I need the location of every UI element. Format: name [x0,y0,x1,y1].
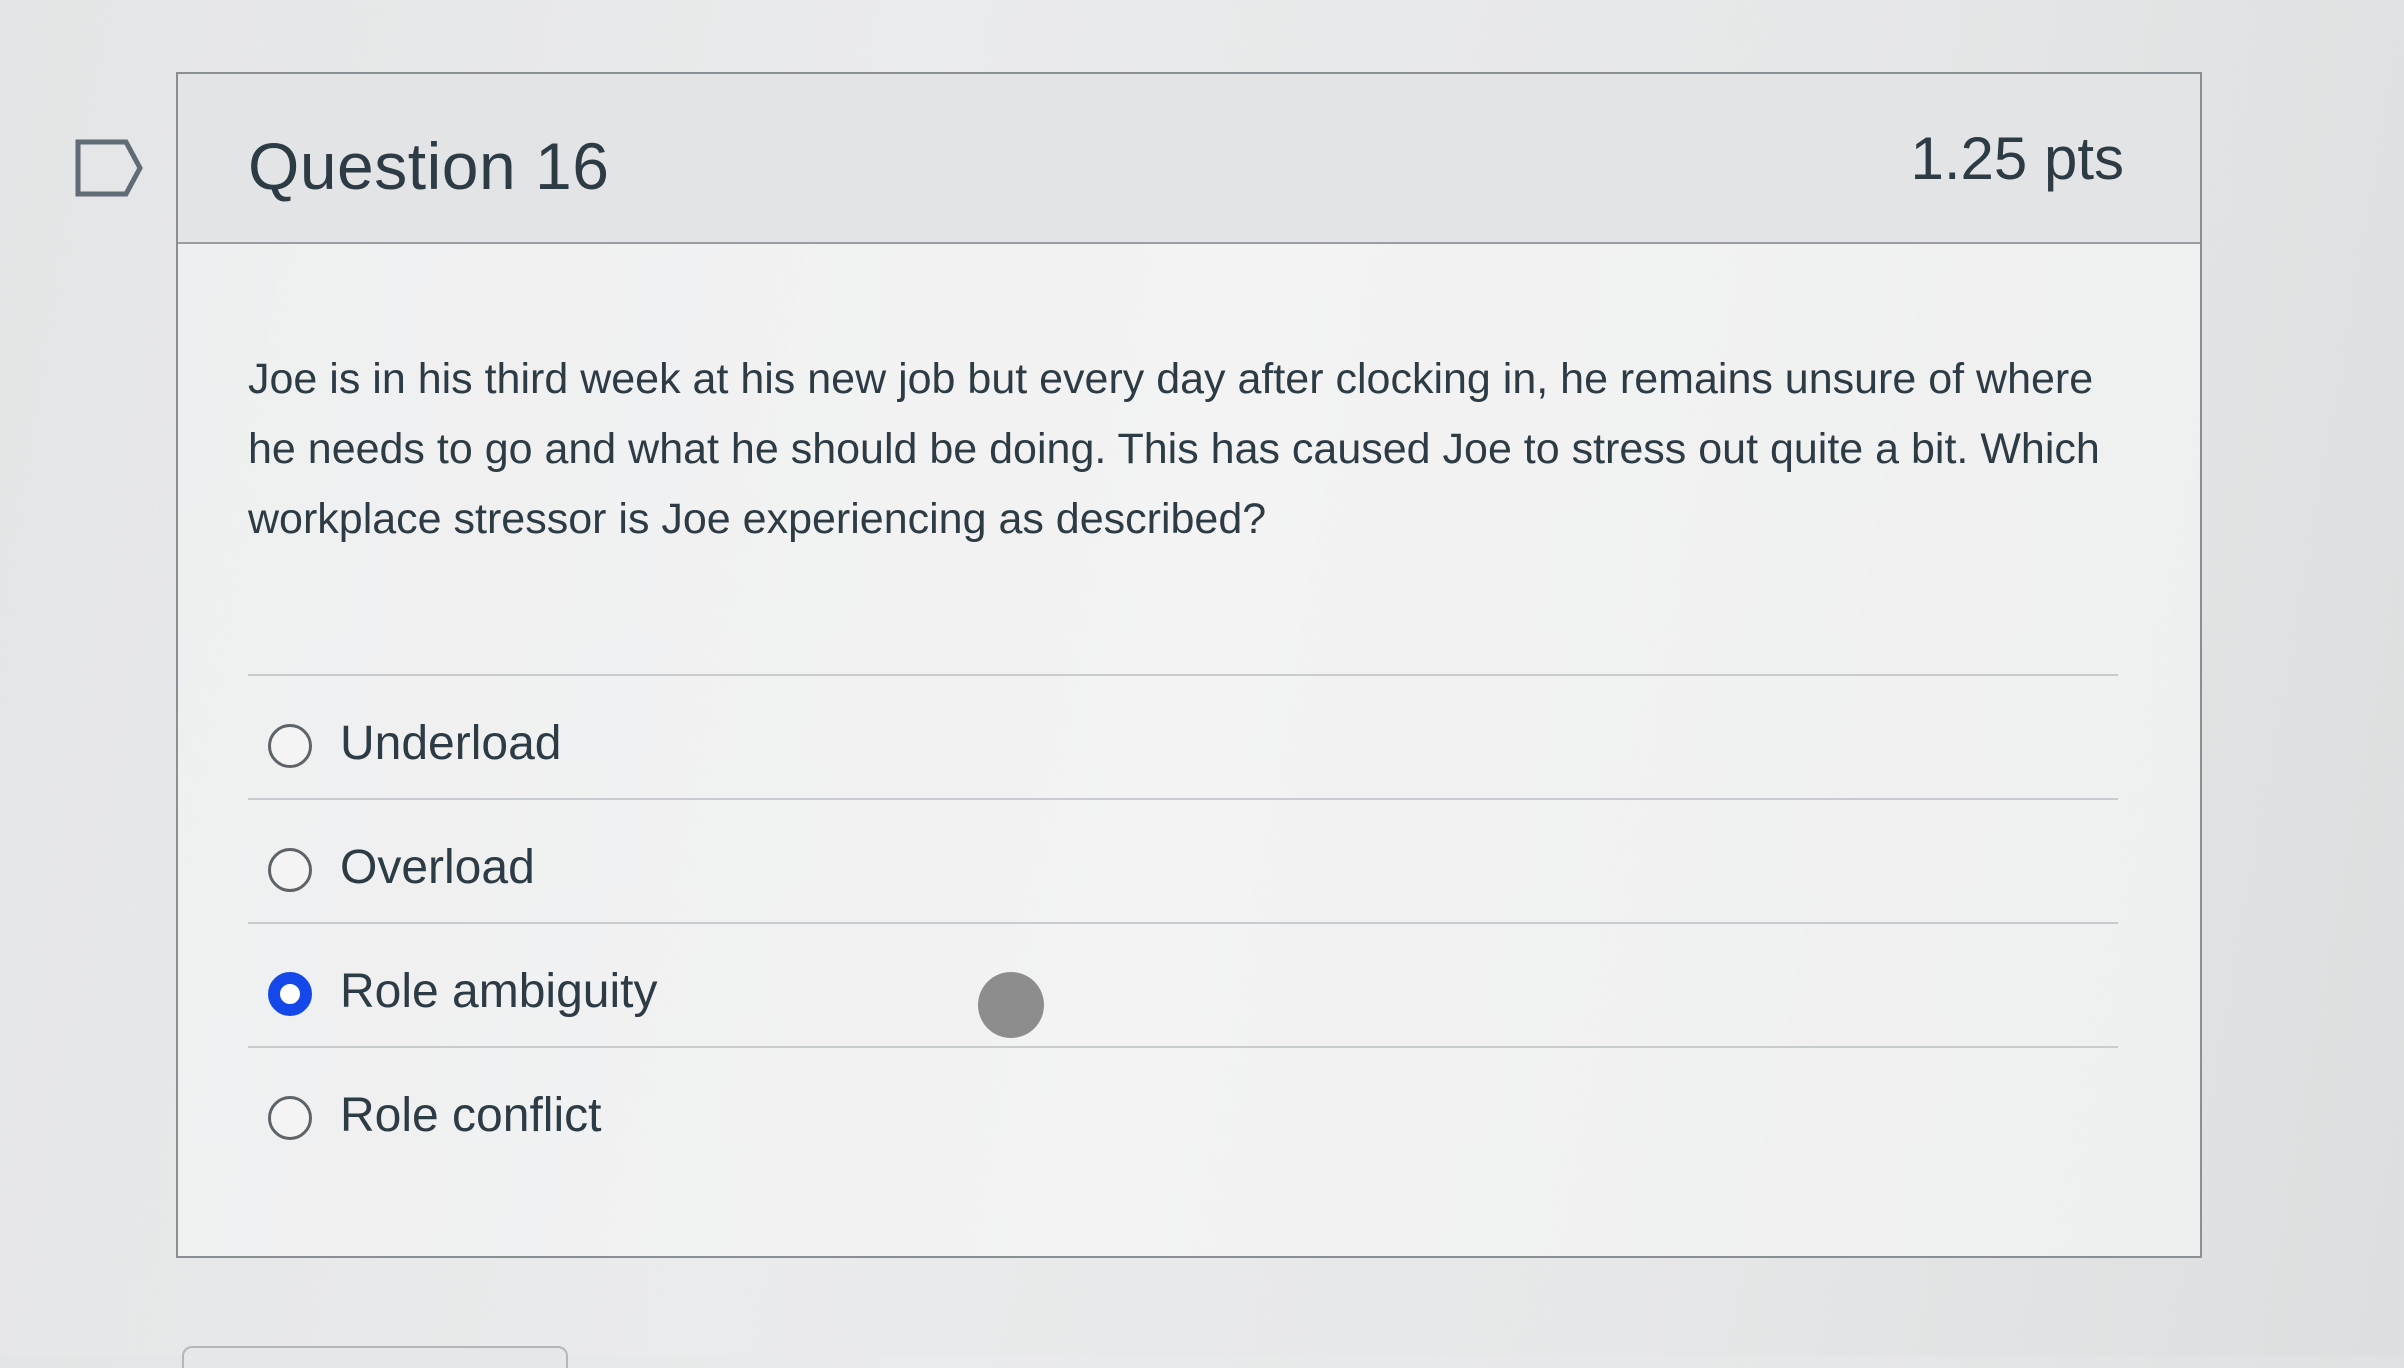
question-header: Question 16 1.25 pts [178,74,2200,244]
answer-list: Underload Overload Role ambiguity Role c… [248,674,2118,1170]
flag-question-icon[interactable] [74,138,146,198]
cursor-indicator [978,972,1044,1038]
question-points: 1.25 pts [1910,125,2125,192]
question-title: Question 16 [248,129,610,203]
answer-option-role-ambiguity[interactable]: Role ambiguity [248,922,2118,1046]
next-question-card-edge [182,1346,568,1368]
radio-button-selected[interactable] [268,972,312,1016]
answer-option-underload[interactable]: Underload [248,674,2118,798]
answer-option-role-conflict[interactable]: Role conflict [248,1046,2118,1170]
question-text: Joe is in his third week at his new job … [248,355,2100,543]
answer-label[interactable]: Role ambiguity [340,962,657,1022]
radio-button[interactable] [268,848,312,892]
radio-button[interactable] [268,1096,312,1140]
answer-option-overload[interactable]: Overload [248,798,2118,922]
answer-label[interactable]: Role conflict [340,1086,601,1146]
answer-label[interactable]: Underload [340,714,561,774]
question-card: Question 16 1.25 pts Joe is in his third… [176,72,2202,1258]
answer-label[interactable]: Overload [340,838,535,898]
radio-button[interactable] [268,724,312,768]
